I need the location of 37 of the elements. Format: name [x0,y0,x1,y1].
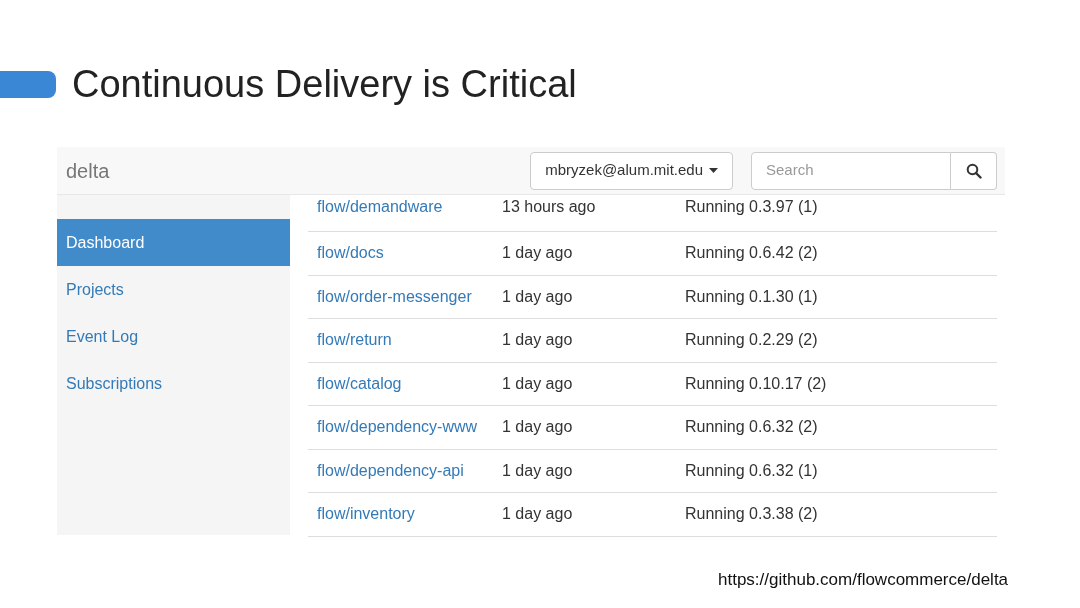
deploy-status: Running 0.3.97 (1) [685,197,818,217]
project-link[interactable]: flow/demandware [308,195,502,219]
caret-icon [709,168,718,173]
search-icon [965,162,982,179]
updated-time: 1 day ago [502,504,574,525]
sidebar-item[interactable]: Event Log [57,313,290,360]
deploy-status: Running 0.6.42 (2) [685,243,818,264]
brand-name[interactable]: delta [66,155,110,186]
sidebar-item[interactable]: Dashboard [57,219,290,266]
deploy-status: Running 0.3.38 (2) [685,504,818,525]
project-link[interactable]: flow/order-messenger [308,284,502,309]
deploy-status: Running 0.10.17 (2) [685,373,827,394]
updated-time: 1 day ago [502,243,574,264]
search-button[interactable] [951,151,997,190]
updated-time: 1 day ago [502,373,574,394]
deploy-status: Running 0.6.32 (2) [685,417,818,438]
project-link[interactable]: flow/return [308,328,502,353]
accent-bar [0,70,56,98]
deploy-status: Running 0.2.29 (2) [685,330,818,351]
sidebar-item[interactable]: Subscriptions [57,360,290,407]
source-url: https://github.com/flowcommerce/delta [718,569,1009,591]
updated-time: 1 day ago [502,417,574,438]
deploy-status: Running 0.6.32 (1) [685,460,818,481]
updated-time: 1 day ago [502,330,574,351]
updated-time: 13 hours ago [502,197,597,217]
user-menu[interactable]: mbryzek@alum.mit.edu [530,151,733,190]
slide-title: Continuous Delivery is Critical [72,65,577,103]
project-link[interactable]: flow/inventory [308,502,502,527]
project-link[interactable]: flow/dependency-www [308,415,502,440]
project-link[interactable]: flow/docs [308,241,502,266]
sidebar-item[interactable]: Projects [57,266,290,313]
project-link[interactable]: flow/catalog [308,371,502,396]
search-field[interactable]: Search [751,151,951,190]
updated-time: 1 day ago [502,286,574,307]
updated-time: 1 day ago [502,460,574,481]
project-link[interactable]: flow/dependency-api [308,458,502,483]
deploy-status: Running 0.1.30 (1) [685,286,818,307]
